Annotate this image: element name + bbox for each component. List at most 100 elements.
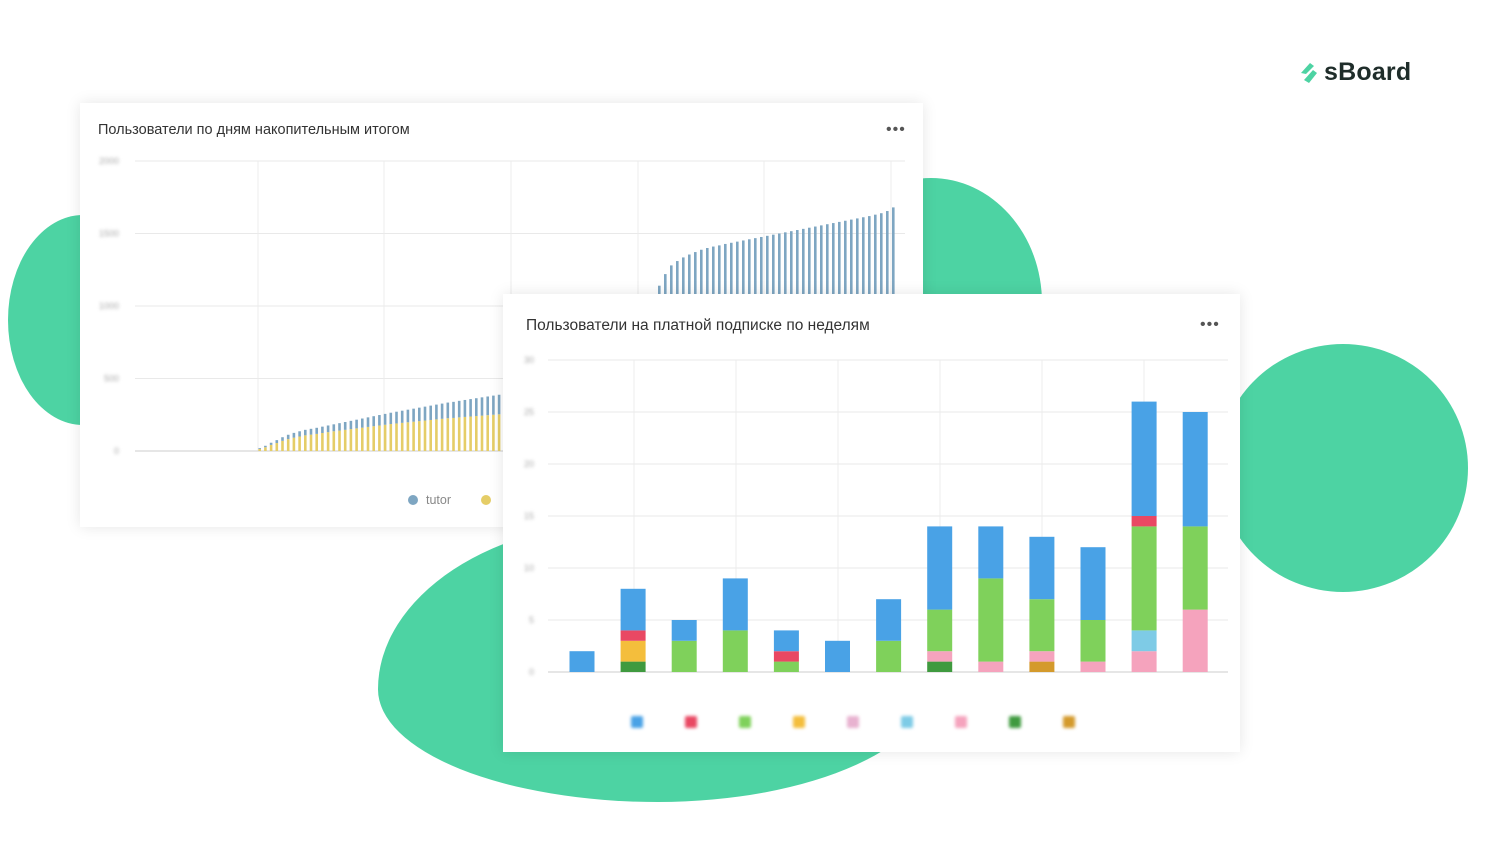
bar-segment — [475, 398, 478, 417]
legend-marker — [739, 716, 751, 728]
bar-segment — [497, 414, 501, 451]
bar-segment — [446, 418, 450, 451]
bar-segment — [298, 431, 301, 437]
bar-segment — [978, 578, 1004, 662]
legend-marker — [847, 716, 859, 728]
y-tick-label: 500 — [104, 374, 119, 384]
bar-segment — [1029, 536, 1055, 600]
bar-segment — [366, 426, 370, 451]
bar-segment — [412, 408, 415, 422]
bar-segment — [326, 432, 330, 451]
bar-segment — [389, 412, 393, 425]
bar-segment — [383, 413, 387, 425]
bar-segment — [722, 630, 748, 672]
bar-segment — [620, 630, 646, 641]
bar-segment — [423, 420, 427, 451]
bar-segment — [876, 640, 902, 672]
legend-marker — [631, 716, 643, 728]
bar-segment — [418, 421, 421, 451]
bar-segment — [620, 588, 646, 631]
bar-segment — [773, 651, 799, 662]
bar-segment — [1131, 630, 1157, 652]
bar-segment — [372, 426, 375, 451]
y-tick-label: 5 — [529, 615, 534, 625]
bar-segment — [361, 427, 364, 451]
sboard-logo-icon — [1301, 62, 1317, 83]
bar-segment — [480, 415, 484, 451]
bar-segment — [406, 422, 410, 451]
sboard-logo-text: sBoard — [1324, 58, 1412, 86]
chart-title: Пользователи по дням накопительным итого… — [98, 122, 410, 138]
bar-segment — [435, 419, 438, 451]
bar-segment — [389, 424, 393, 451]
bar-segment — [349, 420, 353, 430]
bar-segment — [1131, 401, 1157, 516]
bar-segment — [469, 416, 472, 451]
bar-segment — [321, 433, 324, 451]
bar-segment — [773, 630, 799, 652]
bar-segment — [400, 410, 404, 423]
legend-marker — [685, 716, 697, 728]
bar-segment — [275, 440, 279, 444]
bar-segment — [927, 609, 953, 652]
bar-segment — [463, 416, 467, 451]
bar-segment — [400, 422, 404, 451]
bar-segment — [332, 431, 336, 451]
bar-segment — [286, 439, 290, 451]
bar-segment — [452, 401, 455, 418]
bar-segment — [383, 424, 387, 451]
bar-segment — [1029, 651, 1055, 662]
bar-segment — [423, 406, 427, 421]
bar-segment — [1182, 412, 1208, 527]
y-tick-label: 1000 — [99, 301, 119, 311]
legend-marker — [1009, 716, 1021, 728]
y-tick-label: 30 — [524, 355, 534, 365]
bar-segment — [309, 434, 313, 451]
bar-segment — [671, 640, 697, 672]
bar-segment — [275, 443, 279, 451]
bar-segment — [773, 661, 799, 672]
bar-segment — [927, 526, 953, 610]
bar-segment — [258, 448, 261, 451]
bar-segment — [321, 426, 324, 434]
bar-segment — [457, 400, 461, 418]
legend-marker — [1063, 716, 1075, 728]
bar-segment — [1182, 526, 1208, 610]
legend-marker — [408, 495, 418, 505]
bar-segment — [1080, 620, 1106, 662]
paid-subscriptions-chart: 0 5 10 15 20 25 30 — [524, 355, 1228, 728]
bar-segment — [372, 416, 375, 427]
y-tick-label: 15 — [524, 511, 534, 521]
bar-segment — [480, 397, 484, 416]
y-tick-label: 10 — [524, 563, 534, 573]
bar-segment — [978, 661, 1004, 672]
y-tick-label: 0 — [529, 667, 534, 677]
chart-menu-button[interactable]: ••• — [1200, 317, 1220, 333]
bar-segment — [492, 395, 495, 415]
bar-segment — [269, 444, 273, 451]
bar-segment — [671, 620, 697, 641]
bar-segment — [355, 419, 358, 429]
bar-segment — [378, 415, 381, 426]
bar-segment — [309, 428, 313, 435]
bar-segment — [486, 415, 489, 451]
bar-segment — [1029, 599, 1055, 652]
bar-segment — [569, 651, 595, 672]
bar-segment — [457, 417, 461, 451]
bar-segment — [825, 640, 850, 672]
bar-segment — [492, 414, 495, 451]
bar-segment — [315, 433, 318, 451]
bar-segment — [1080, 547, 1106, 620]
bar-segment — [1080, 661, 1106, 672]
bar-segment — [355, 428, 358, 451]
chart-menu-button[interactable]: ••• — [886, 122, 906, 138]
bar-segment — [338, 430, 341, 451]
bar-segment — [722, 578, 748, 631]
bar-segment — [269, 442, 273, 445]
y-tick-label: 20 — [524, 459, 534, 469]
bar-segment — [343, 422, 347, 430]
bar-segment — [281, 440, 284, 451]
bar-segment — [1029, 661, 1055, 672]
bar-segment — [620, 640, 646, 662]
bar-segment — [1131, 651, 1157, 672]
